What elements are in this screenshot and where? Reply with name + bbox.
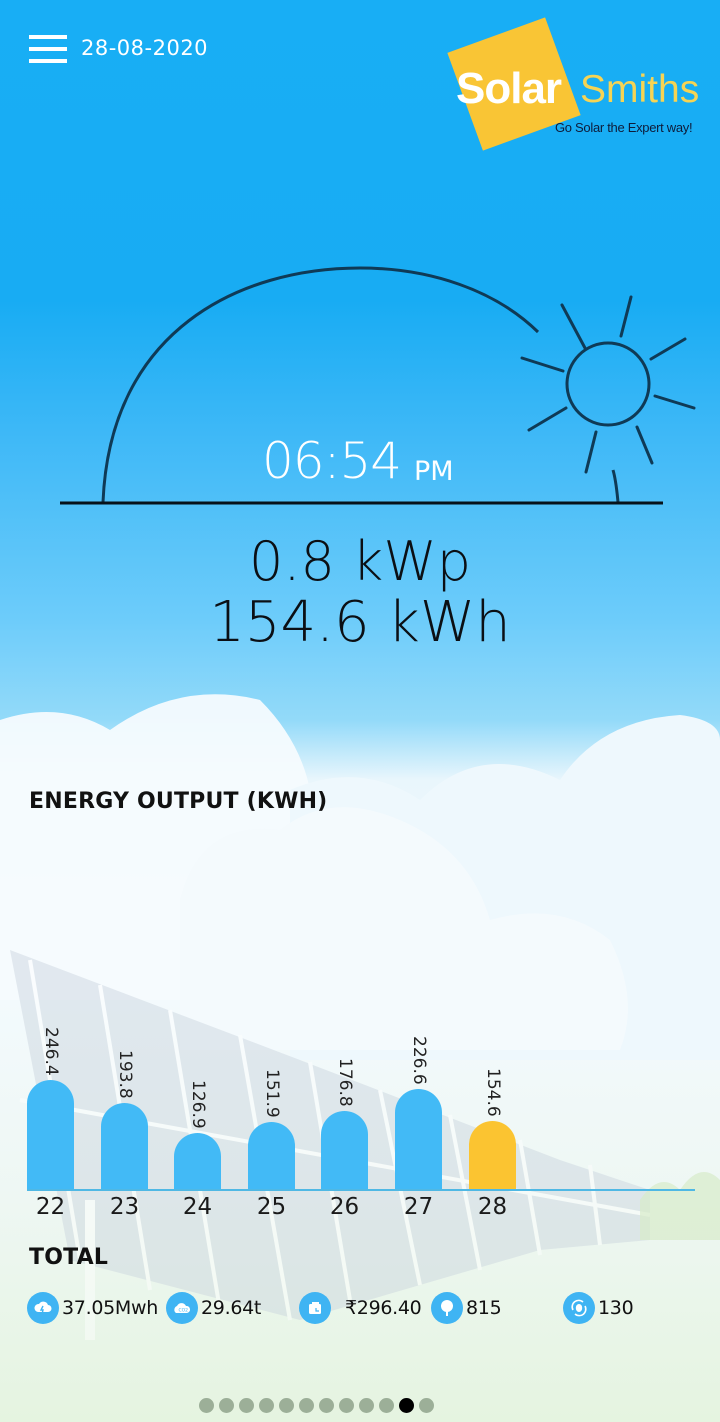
x-axis-label: 25	[256, 1194, 287, 1220]
bar-day-24[interactable]	[174, 1133, 221, 1189]
total-coins: 130	[563, 1292, 634, 1324]
bar-value-label: 193.8	[114, 1050, 135, 1099]
current-power: 0.8 kWp	[249, 530, 471, 593]
x-axis-label: 26	[329, 1194, 360, 1220]
chart-baseline	[27, 1189, 695, 1191]
tree-icon	[431, 1292, 463, 1324]
page-dot-3[interactable]	[239, 1398, 254, 1413]
bar-value-label: 226.6	[408, 1036, 429, 1085]
page-dot-4[interactable]	[259, 1398, 274, 1413]
total-co2: CO2 29.64t	[166, 1292, 261, 1324]
bar-day-23[interactable]	[101, 1103, 148, 1189]
x-axis-label: 28	[477, 1194, 508, 1220]
total-trees: 815	[431, 1292, 502, 1324]
x-axis-label: 22	[35, 1194, 66, 1220]
page-dot-10[interactable]	[379, 1398, 394, 1413]
sun-path-arc-end	[611, 469, 620, 503]
total-title: TOTAL	[29, 1245, 109, 1270]
total-energy: 37.05Mwh	[27, 1292, 158, 1324]
recycle-coin-icon	[563, 1292, 595, 1324]
total-coins-value: 130	[598, 1297, 634, 1319]
page-indicator	[199, 1398, 439, 1413]
wallet-icon	[299, 1292, 331, 1324]
page-dot-7[interactable]	[319, 1398, 334, 1413]
total-savings: ₹296.40	[299, 1292, 422, 1324]
current-time: 06:54	[262, 432, 402, 490]
bar-value-label: 176.8	[334, 1058, 355, 1107]
bar-day-26[interactable]	[321, 1111, 368, 1189]
total-energy-value: 37.05Mwh	[62, 1297, 158, 1319]
bar-day-25[interactable]	[248, 1122, 295, 1189]
page-dot-2[interactable]	[219, 1398, 234, 1413]
page-dot-5[interactable]	[279, 1398, 294, 1413]
total-co2-value: 29.64t	[201, 1297, 262, 1319]
x-axis-label: 24	[182, 1194, 213, 1220]
bar-value-label: 126.9	[187, 1080, 208, 1129]
energy-cloud-icon	[27, 1292, 59, 1324]
energy-output-title: ENERGY OUTPUT (KWH)	[29, 789, 328, 814]
bar-value-label: 154.6	[482, 1068, 503, 1117]
bar-value-label: 246.4	[40, 1027, 61, 1076]
page-dot-6[interactable]	[299, 1398, 314, 1413]
page-dot-8[interactable]	[339, 1398, 354, 1413]
x-axis-label: 23	[109, 1194, 140, 1220]
x-axis-label: 27	[403, 1194, 434, 1220]
bar-value-label: 151.9	[261, 1069, 282, 1118]
page-dot-9[interactable]	[359, 1398, 374, 1413]
time-ampm: PM	[414, 456, 454, 487]
page-dot-12[interactable]	[419, 1398, 434, 1413]
co2-cloud-icon: CO2	[166, 1292, 198, 1324]
total-savings-value: ₹296.40	[345, 1297, 422, 1319]
page-dot-1[interactable]	[199, 1398, 214, 1413]
svg-text:CO2: CO2	[179, 1308, 189, 1314]
bar-day-27[interactable]	[395, 1089, 442, 1189]
total-trees-value: 815	[466, 1297, 502, 1319]
hills	[640, 1172, 720, 1240]
page-dot-11[interactable]	[399, 1398, 414, 1413]
bar-day-22[interactable]	[27, 1080, 74, 1189]
energy-today: 154.6 kWh	[209, 590, 511, 655]
sun-icon	[520, 295, 696, 474]
bar-day-28[interactable]	[469, 1121, 516, 1189]
